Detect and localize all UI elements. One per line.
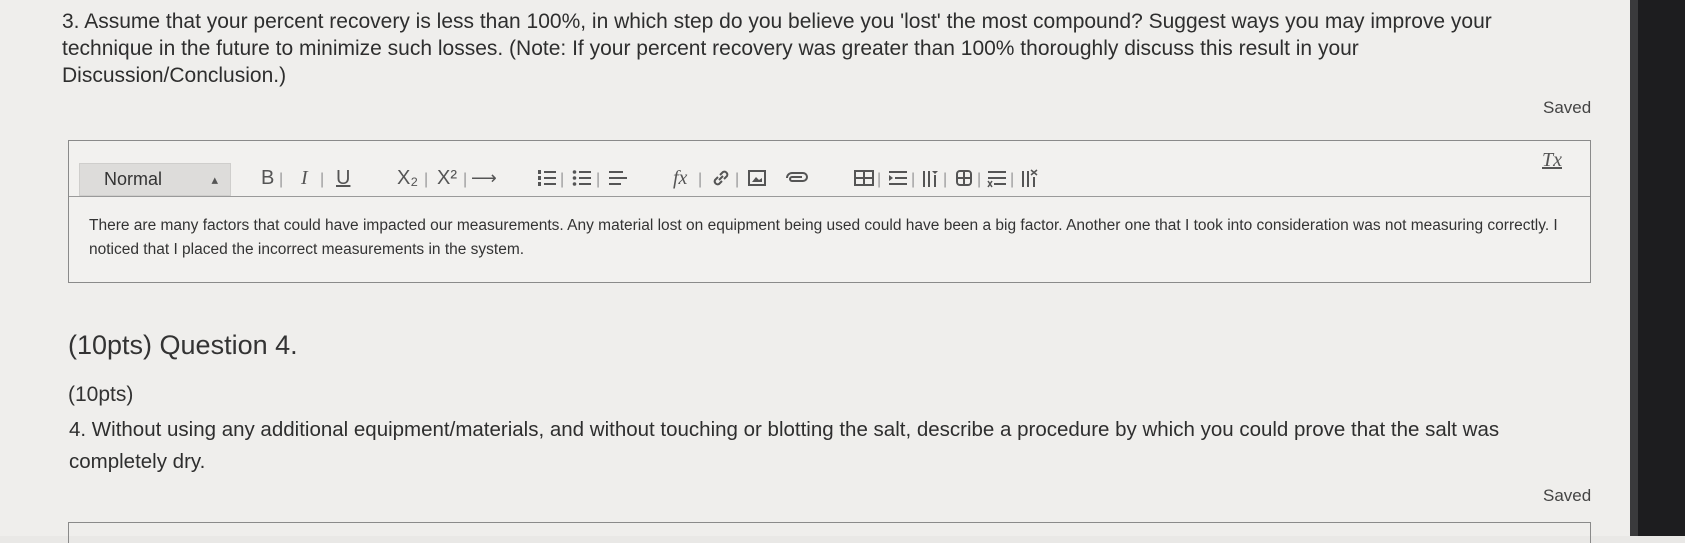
table-icon[interactable] [853, 167, 875, 189]
toolbar-separator: | [279, 171, 284, 188]
delete-row-icon[interactable] [986, 167, 1008, 189]
screen-bezel [1630, 0, 1685, 536]
page: 3. Assume that your percent recovery is … [0, 0, 1630, 543]
toolbar-separator: | [424, 171, 429, 188]
toolbar-separator: | [463, 171, 468, 188]
answer-editor-q4[interactable] [68, 522, 1591, 543]
attachment-icon[interactable] [781, 167, 809, 189]
subscript-button[interactable]: X₂ [397, 165, 418, 191]
insert-column-icon[interactable] [920, 167, 942, 189]
rich-text-editor[interactable]: Normal ▴ B | I | U X₂ | X² | ⟶ | | fx | … [68, 140, 1591, 283]
toolbar-separator: | [911, 171, 916, 188]
editor-toolbar: Normal ▴ B | I | U X₂ | X² | ⟶ | | fx | … [69, 141, 1590, 197]
formula-button[interactable]: fx [673, 165, 687, 191]
merge-cells-icon[interactable] [953, 167, 975, 189]
question-4-points: (10pts) [68, 383, 134, 406]
bold-button[interactable]: B [261, 165, 274, 191]
editor-content[interactable]: There are many factors that could have i… [89, 214, 1559, 262]
select-arrows-icon: ▴ [211, 172, 218, 187]
toolbar-separator: | [1010, 171, 1015, 188]
format-select[interactable]: Normal ▴ [79, 163, 231, 196]
toolbar-separator: | [596, 171, 601, 188]
insert-row-icon[interactable] [887, 167, 909, 189]
toolbar-separator: | [320, 171, 325, 188]
scrollbar-track [1630, 0, 1638, 536]
link-icon[interactable] [710, 167, 732, 189]
bullet-list-icon[interactable] [571, 167, 593, 189]
clear-formatting-button[interactable]: Tx [1542, 149, 1562, 172]
question-4-text: 4. Without using any additional equipmen… [69, 418, 1500, 473]
saved-status-q3: Saved [1543, 98, 1592, 117]
toolbar-separator: | [560, 171, 565, 188]
saved-status-q4: Saved [1543, 486, 1592, 505]
superscript-button[interactable]: X² [437, 165, 457, 191]
align-left-icon[interactable] [607, 167, 629, 189]
image-icon[interactable] [746, 167, 768, 189]
question-3-text: 3. Assume that your percent recovery is … [62, 10, 1492, 87]
toolbar-separator: | [977, 171, 982, 188]
delete-column-icon[interactable] [1019, 167, 1041, 189]
italic-button[interactable]: I [301, 165, 308, 191]
toolbar-separator: | [877, 171, 882, 188]
format-select-value: Normal [104, 169, 163, 189]
toolbar-separator: | [943, 171, 948, 188]
underline-button[interactable]: U [336, 165, 350, 191]
toolbar-separator: | [698, 171, 703, 188]
arrow-button[interactable]: ⟶ [471, 165, 497, 191]
ordered-list-icon[interactable] [536, 167, 558, 189]
question-4-heading: (10pts) Question 4. [68, 330, 298, 360]
toolbar-separator: | [735, 171, 740, 188]
